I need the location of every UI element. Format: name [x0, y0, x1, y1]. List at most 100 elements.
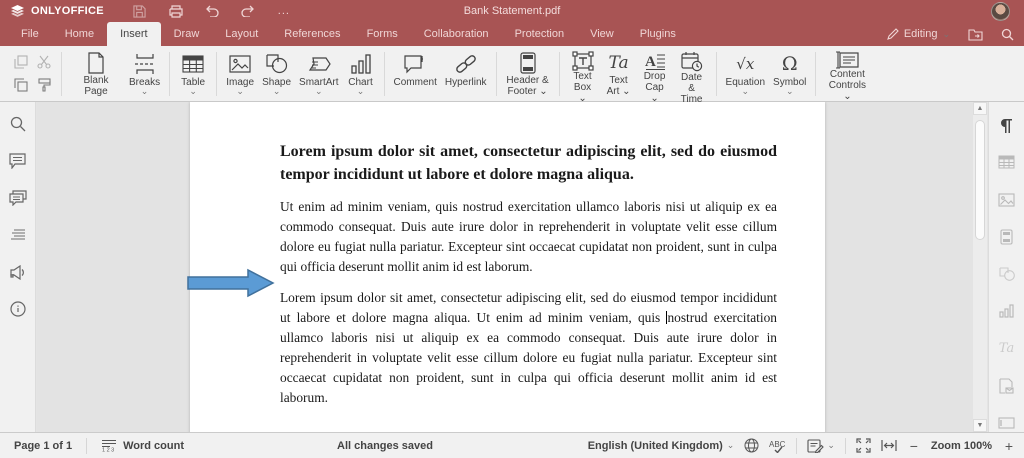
more-quick-access-button[interactable]: ...	[276, 3, 292, 19]
table-button[interactable]: Table ⌄	[175, 50, 211, 98]
chevron-down-icon: ⌄	[356, 85, 365, 96]
save-button[interactable]	[132, 3, 148, 19]
symbol-button[interactable]: Ω Symbol ⌄	[769, 50, 810, 98]
text-art-settings-icon[interactable]: Ta	[997, 339, 1017, 357]
page-indicator[interactable]: Page 1 of 1	[0, 433, 86, 458]
format-painter-button[interactable]	[34, 75, 54, 95]
paragraph-settings-icon[interactable]	[997, 116, 1017, 134]
content-controls-button[interactable]: Content Controls ⌄	[821, 50, 873, 102]
header-footer-icon	[519, 51, 536, 75]
statusbar-divider	[844, 437, 846, 454]
chat-panel-icon[interactable]	[8, 188, 28, 208]
feedback-icon[interactable]	[8, 262, 28, 282]
editing-mode-dropdown[interactable]: Editing ⌄	[886, 28, 950, 40]
statusbar-divider	[796, 437, 798, 454]
image-settings-icon[interactable]	[997, 190, 1017, 208]
header-footer-settings-icon[interactable]	[997, 228, 1017, 246]
fit-page-button[interactable]	[856, 438, 871, 453]
chevron-down-icon: ⌄	[827, 440, 835, 450]
text-art-icon: Ta	[608, 52, 629, 73]
document-heading[interactable]: Lorem ipsum dolor sit amet, consectetur …	[280, 140, 777, 186]
user-avatar[interactable]	[991, 2, 1010, 21]
pencil-icon	[886, 28, 899, 40]
track-changes-button[interactable]: ⌄	[807, 438, 835, 453]
shape-icon	[265, 51, 288, 77]
document-page[interactable]: Lorem ipsum dolor sit amet, consectetur …	[187, 102, 825, 432]
editing-mode-label: Editing	[903, 28, 938, 40]
hyperlink-icon	[454, 51, 478, 77]
zoom-level[interactable]: Zoom 100%	[931, 440, 992, 452]
search-panel-icon[interactable]	[8, 114, 28, 134]
chart-settings-icon[interactable]	[997, 302, 1017, 320]
chevron-down-icon: ⌄	[785, 85, 794, 96]
date-time-button[interactable]: Date & Time	[673, 50, 711, 105]
undo-button[interactable]	[204, 3, 220, 19]
app-logo: ONLYOFFICE	[0, 4, 104, 18]
shape-button[interactable]: Shape ⌄	[258, 50, 295, 98]
right-sidebar: Ta	[988, 102, 1024, 432]
chart-icon	[350, 51, 371, 77]
tab-protection[interactable]: Protection	[502, 22, 578, 46]
tab-plugins[interactable]: Plugins	[627, 22, 689, 46]
table-settings-icon[interactable]	[997, 153, 1017, 171]
word-count-button[interactable]: 1 2 3 Word count	[87, 433, 198, 458]
chart-button[interactable]: Chart ⌄	[343, 50, 379, 98]
document-canvas[interactable]: Lorem ipsum dolor sit amet, consectetur …	[37, 102, 973, 432]
hyperlink-button[interactable]: Hyperlink	[441, 50, 491, 98]
mail-merge-settings-icon[interactable]	[997, 377, 1017, 395]
paste-button[interactable]	[11, 75, 31, 95]
blank-page-button[interactable]: Blank Page	[67, 50, 125, 98]
set-language-globe-icon[interactable]	[744, 438, 759, 453]
zoom-in-button[interactable]: +	[1002, 438, 1016, 454]
document-paragraph-1[interactable]: Ut enim ad minim veniam, quis nostrud ex…	[280, 197, 777, 277]
document-paragraph-2[interactable]: Lorem ipsum dolor sit amet, consectetur …	[280, 288, 777, 408]
fit-width-button[interactable]	[881, 439, 897, 452]
insert-toolbar: Blank Page Breaks ⌄ Table ⌄ Image ⌄ Shap…	[0, 46, 1024, 105]
tab-insert[interactable]: Insert	[107, 22, 161, 46]
vertical-scrollbar[interactable]: ▲ ▼	[973, 102, 987, 432]
cut-button[interactable]	[34, 52, 54, 72]
comments-panel-icon[interactable]	[8, 151, 28, 171]
ribbon-tabs: File Home Insert Draw Layout References …	[0, 22, 689, 46]
text-art-button[interactable]: Ta Text Art ⌄	[601, 50, 637, 98]
chevron-down-icon: ⌄	[236, 85, 244, 96]
tab-collaboration[interactable]: Collaboration	[411, 22, 502, 46]
search-icon[interactable]	[1001, 28, 1014, 41]
tab-forms[interactable]: Forms	[354, 22, 411, 46]
scroll-up-button[interactable]: ▲	[973, 102, 987, 115]
comment-button[interactable]: Comment	[390, 50, 441, 98]
copy-button[interactable]	[11, 52, 31, 72]
tab-view[interactable]: View	[577, 22, 627, 46]
chevron-down-icon: ⌄	[272, 85, 281, 96]
scroll-down-button[interactable]: ▼	[973, 419, 987, 432]
tab-file[interactable]: File	[8, 22, 52, 46]
text-box-settings-icon[interactable]	[997, 414, 1017, 432]
tab-draw[interactable]: Draw	[161, 22, 213, 46]
tab-layout[interactable]: Layout	[212, 22, 271, 46]
print-button[interactable]	[168, 3, 184, 19]
redo-button[interactable]	[240, 3, 256, 19]
tab-references[interactable]: References	[271, 22, 353, 46]
language-selector[interactable]: English (United Kingdom) ⌄	[588, 440, 735, 452]
text-box-button[interactable]: Text Box ⌄	[565, 50, 601, 104]
about-icon[interactable]	[8, 299, 28, 319]
breaks-button[interactable]: Breaks ⌄	[125, 50, 164, 98]
shape-settings-icon[interactable]	[997, 265, 1017, 283]
drop-cap-button[interactable]: A Drop Cap ⌄	[637, 50, 673, 104]
navigation-panel-icon[interactable]	[8, 225, 28, 245]
smartart-button[interactable]: SmartArt ⌄	[295, 50, 342, 98]
word-count-icon: 1 2 3	[101, 439, 117, 452]
left-sidebar	[0, 102, 36, 432]
drop-cap-icon: A	[644, 51, 666, 71]
open-file-location-button[interactable]	[968, 28, 983, 41]
right-arrow-shape[interactable]	[187, 268, 275, 298]
zoom-out-button[interactable]: −	[907, 438, 921, 454]
header-footer-button[interactable]: Header & Footer ⌄	[502, 50, 554, 98]
spellcheck-icon[interactable]: ABC	[769, 439, 786, 453]
equation-button[interactable]: √x Equation ⌄	[722, 50, 769, 98]
table-icon	[182, 51, 204, 77]
tab-home[interactable]: Home	[52, 22, 107, 46]
scrollbar-thumb[interactable]	[975, 120, 985, 240]
onlyoffice-logo-icon	[10, 4, 25, 18]
image-button[interactable]: Image ⌄	[222, 50, 258, 98]
